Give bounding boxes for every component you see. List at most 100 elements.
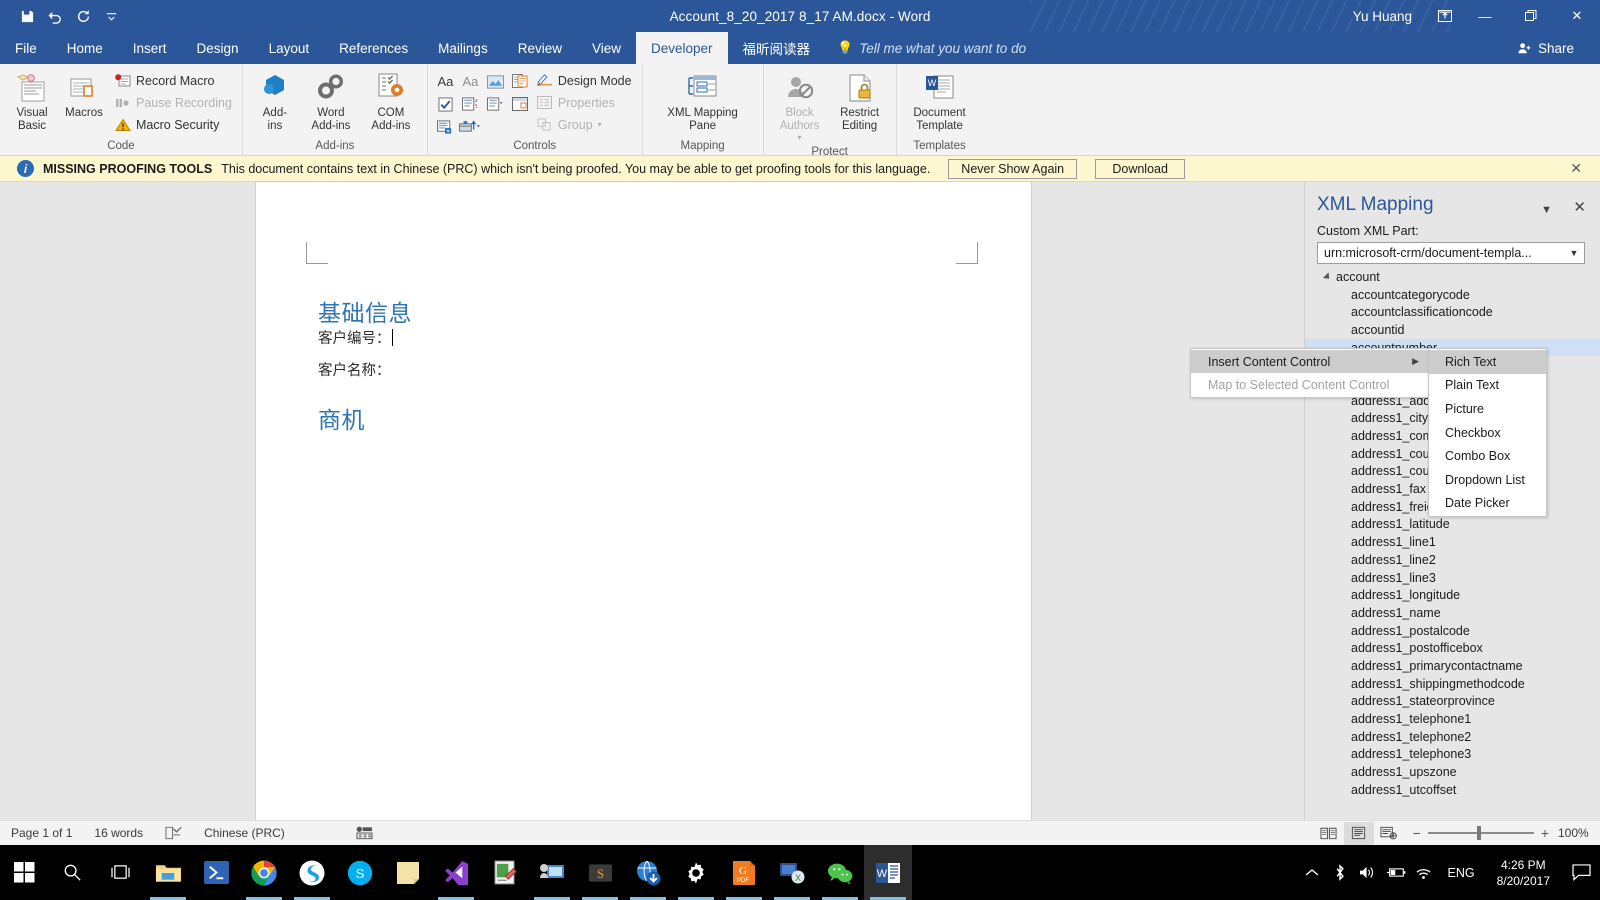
download-button[interactable]: Download: [1095, 158, 1186, 179]
custom-xml-part-select[interactable]: urn:microsoft-crm/document-templa... ▼: [1317, 242, 1585, 264]
date-picker-content-control-icon[interactable]: [509, 94, 532, 115]
xml-tree-node-address1-upszone[interactable]: address1_upszone: [1305, 763, 1600, 781]
xml-tree-node-address1-utcoffset[interactable]: address1_utcoffset: [1305, 781, 1600, 799]
tab-foxit-reader[interactable]: 福昕阅读器: [728, 32, 826, 64]
taskbar-app-file-explorer[interactable]: [144, 845, 192, 900]
taskbar-app-microsoft-word[interactable]: W: [864, 845, 912, 900]
clock[interactable]: 4:26 PM 8/20/2017: [1485, 857, 1562, 889]
picture-content-control-icon[interactable]: [484, 71, 507, 92]
show-hidden-icons-chevron-up-icon[interactable]: [1298, 868, 1326, 878]
repeating-section-content-control-icon[interactable]: [434, 117, 457, 138]
tab-view[interactable]: View: [577, 32, 636, 64]
tell-me-search[interactable]: 💡 Tell me what you want to do: [825, 32, 1038, 64]
taskbar-app-sticky-notes[interactable]: [384, 845, 432, 900]
status-language[interactable]: Chinese (PRC): [193, 826, 296, 840]
view-web-layout-button[interactable]: [1374, 822, 1404, 845]
plain-text-content-control-icon[interactable]: Aa: [459, 71, 482, 92]
proofing-errors-icon[interactable]: [154, 826, 193, 840]
battery-icon[interactable]: [1382, 866, 1410, 879]
xml-tree-node-address1-telephone3[interactable]: address1_telephone3: [1305, 746, 1600, 764]
document-template-button[interactable]: W Document Template: [903, 68, 977, 132]
taskbar-app-powershell[interactable]: [192, 845, 240, 900]
context-menu-item-insert-content-control[interactable]: Insert Content Control ▶: [1191, 350, 1429, 373]
restore-button[interactable]: [1508, 0, 1554, 32]
rich-text-content-control-icon[interactable]: Aa: [434, 71, 457, 92]
redo-icon[interactable]: [70, 4, 96, 28]
document-page[interactable]: 基础信息 客户编号： 客户名称： 商机: [256, 182, 1031, 820]
user-account-name[interactable]: Yu Huang: [1353, 9, 1412, 24]
xml-tree-node-address1-longitude[interactable]: address1_longitude: [1305, 586, 1600, 604]
xml-tree-node-accountclassificationcode[interactable]: accountclassificationcode: [1305, 303, 1600, 321]
taskbar-app-settings[interactable]: [672, 845, 720, 900]
view-read-mode-button[interactable]: [1314, 822, 1344, 845]
input-language-indicator[interactable]: ENG: [1438, 866, 1485, 880]
search-icon[interactable]: [48, 845, 96, 900]
taskbar-app-notepad-editor[interactable]: [480, 845, 528, 900]
record-macro-button[interactable]: Record Macro: [110, 70, 236, 91]
volume-icon[interactable]: [1354, 865, 1382, 880]
zoom-track[interactable]: [1427, 826, 1534, 840]
submenu-item-plain-text[interactable]: Plain Text: [1429, 374, 1546, 398]
taskbar-app-internet-download-manager[interactable]: [624, 845, 672, 900]
close-button[interactable]: ✕: [1554, 0, 1600, 32]
bluetooth-icon[interactable]: [1326, 864, 1354, 881]
combo-box-content-control-icon[interactable]: [459, 94, 482, 115]
macro-security-button[interactable]: Macro Security: [110, 114, 236, 135]
taskbar-app-visual-studio[interactable]: [432, 845, 480, 900]
visual-basic-button[interactable]: Visual Basic: [6, 68, 58, 132]
tab-layout[interactable]: Layout: [254, 32, 325, 64]
submenu-item-combo-box[interactable]: Combo Box: [1429, 444, 1546, 468]
tab-review[interactable]: Review: [503, 32, 577, 64]
xml-tree-node-address1-name[interactable]: address1_name: [1305, 604, 1600, 622]
ribbon-display-options-icon[interactable]: [1428, 0, 1462, 32]
undo-icon[interactable]: [42, 4, 68, 28]
store-addins-button[interactable]: Add- ins: [249, 68, 301, 132]
macros-button[interactable]: Macros: [58, 68, 110, 120]
xml-tree-node-accountcategorycode[interactable]: accountcategorycode: [1305, 286, 1600, 304]
chevron-down-icon[interactable]: ▼: [1564, 248, 1584, 258]
word-addins-button[interactable]: Word Add-ins: [301, 68, 361, 132]
xml-mapping-pane-button[interactable]: XML Mapping Pane: [657, 68, 749, 132]
tab-home[interactable]: Home: [52, 32, 118, 64]
action-center-icon[interactable]: [1562, 864, 1600, 881]
xml-tree-node-address1-telephone2[interactable]: address1_telephone2: [1305, 728, 1600, 746]
zoom-slider[interactable]: − +: [1404, 825, 1558, 841]
status-page-number[interactable]: Page 1 of 1: [0, 826, 83, 840]
submenu-item-dropdown-list[interactable]: Dropdown List: [1429, 468, 1546, 492]
minimize-button[interactable]: —: [1462, 0, 1508, 32]
pane-options-chevron-down-icon[interactable]: ▼: [1541, 204, 1552, 216]
taskbar-app-xshell[interactable]: X: [768, 845, 816, 900]
dropdown-list-content-control-icon[interactable]: [484, 94, 507, 115]
tab-insert[interactable]: Insert: [118, 32, 182, 64]
submenu-item-rich-text[interactable]: Rich Text: [1429, 350, 1546, 374]
xml-tree-node-address1-primarycontactname[interactable]: address1_primarycontactname: [1305, 657, 1600, 675]
tab-file[interactable]: File: [0, 32, 52, 64]
building-block-gallery-icon[interactable]: [509, 71, 532, 92]
xml-tree-node-address1-line1[interactable]: address1_line1: [1305, 533, 1600, 551]
taskbar-app-skype[interactable]: S: [336, 845, 384, 900]
zoom-in-button[interactable]: +: [1541, 825, 1549, 841]
zoom-out-button[interactable]: −: [1413, 825, 1421, 841]
taskbar-app-sogou-browser[interactable]: [288, 845, 336, 900]
save-icon[interactable]: [14, 4, 40, 28]
tab-references[interactable]: References: [324, 32, 423, 64]
macro-record-status-icon[interactable]: [296, 826, 384, 840]
zoom-level-value[interactable]: 100%: [1558, 826, 1600, 840]
never-show-again-button[interactable]: Never Show Again: [948, 158, 1078, 179]
pane-close-icon[interactable]: ✕: [1573, 198, 1586, 216]
xml-tree-node-address1-postalcode[interactable]: address1_postalcode: [1305, 622, 1600, 640]
submenu-item-checkbox[interactable]: Checkbox: [1429, 421, 1546, 445]
design-mode-button[interactable]: Design Mode: [532, 70, 636, 91]
wifi-icon[interactable]: [1410, 866, 1438, 880]
task-view-icon[interactable]: [96, 845, 144, 900]
checkbox-content-control-icon[interactable]: [434, 94, 457, 115]
customize-quick-access-toolbar-icon[interactable]: [98, 4, 124, 28]
taskbar-app-sublime-text[interactable]: S: [576, 845, 624, 900]
xml-tree-node-address1-stateorprovince[interactable]: address1_stateorprovince: [1305, 693, 1600, 711]
xml-tree-node-address1-shippingmethodcode[interactable]: address1_shippingmethodcode: [1305, 675, 1600, 693]
close-infobar-icon[interactable]: ✕: [1570, 160, 1582, 177]
xml-tree-node-address1-latitude[interactable]: address1_latitude: [1305, 516, 1600, 534]
xml-tree-node-address1-telephone1[interactable]: address1_telephone1: [1305, 710, 1600, 728]
xml-tree-node-address1-postofficebox[interactable]: address1_postofficebox: [1305, 639, 1600, 657]
tab-design[interactable]: Design: [182, 32, 254, 64]
